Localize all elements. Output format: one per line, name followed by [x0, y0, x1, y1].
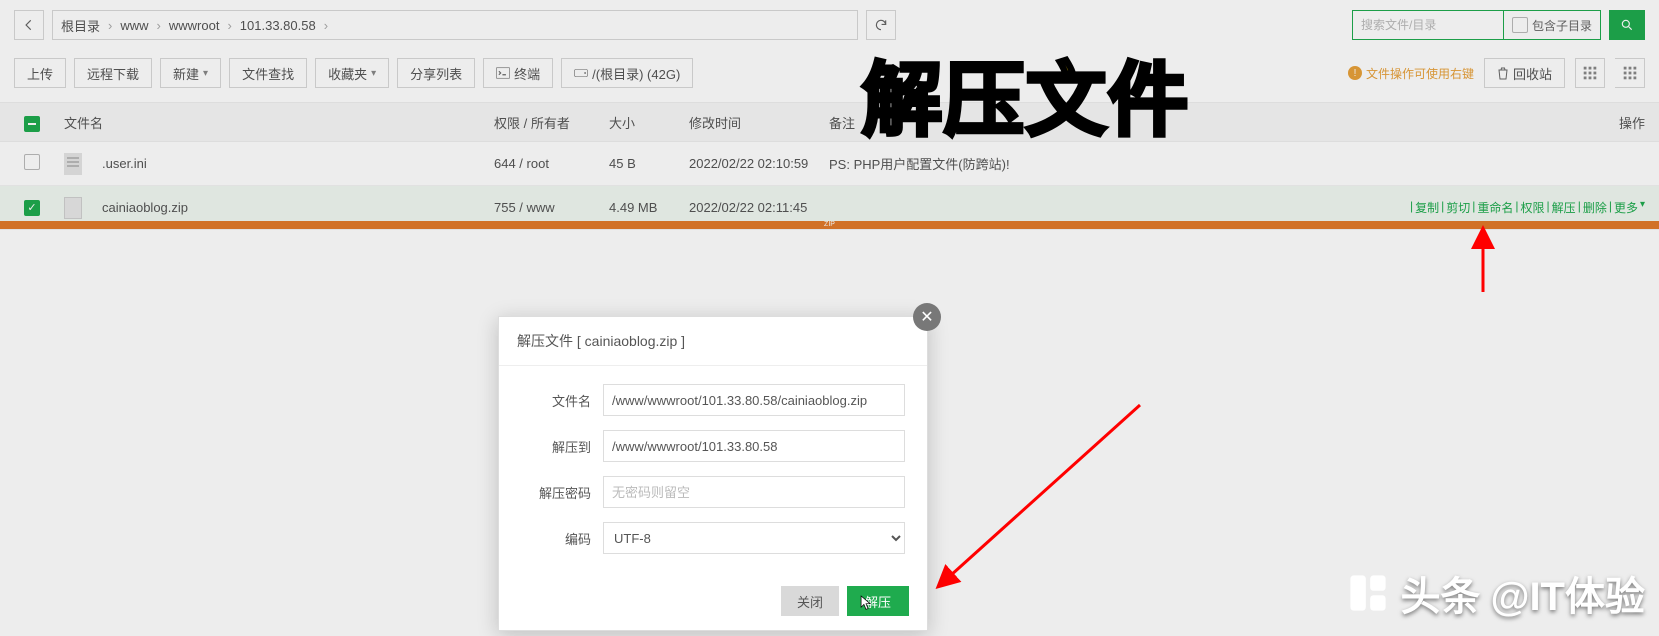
file-perm: 755 / www	[494, 200, 609, 215]
input-filename[interactable]	[603, 384, 905, 416]
action-unzip[interactable]: 解压	[1552, 199, 1576, 216]
extract-dialog: ✕ 解压文件 [ cainiaoblog.zip ] 文件名 解压到 解压密码 …	[498, 316, 928, 631]
select-encoding[interactable]: UTF-8	[603, 522, 905, 554]
file-name[interactable]: cainiaoblog.zip	[102, 200, 188, 215]
upload-button[interactable]: 上传	[14, 58, 66, 88]
col-mtime[interactable]: 修改时间	[689, 113, 829, 132]
search-box[interactable]: 包含子目录	[1352, 10, 1601, 40]
table-row[interactable]: .user.ini 644 / root 45 B 2022/02/22 02:…	[0, 142, 1659, 186]
file-size: 45 B	[609, 156, 689, 171]
row-checkbox[interactable]: ✓	[24, 200, 40, 216]
confirm-extract-button[interactable]: 解压	[847, 586, 909, 616]
terminal-button[interactable]: 终端	[483, 58, 553, 88]
crumb-ip[interactable]: 101.33.80.58	[240, 18, 316, 33]
action-cut[interactable]: 剪切	[1446, 199, 1470, 216]
watermark: 头条 @IT体验	[1346, 564, 1645, 622]
label-password: 解压密码	[521, 483, 591, 502]
table-row[interactable]: ✓ ZIP cainiaoblog.zip 755 / www 4.49 MB 2…	[0, 186, 1659, 230]
right-click-hint: !文件操作可使用右键	[1348, 65, 1474, 82]
breadcrumb[interactable]: 根目录› www› wwwroot› 101.33.80.58›	[52, 10, 858, 40]
root-disk-button[interactable]: /(根目录) (42G)	[561, 58, 693, 88]
remote-download-button[interactable]: 远程下载	[74, 58, 152, 88]
view-grid-button[interactable]	[1575, 58, 1605, 88]
crumb-wwwroot[interactable]: wwwroot	[169, 18, 220, 33]
watermark-logo-icon	[1346, 571, 1390, 615]
row-checkbox[interactable]	[24, 154, 40, 170]
recycle-bin-button[interactable]: 回收站	[1484, 58, 1565, 88]
zip-icon: ZIP	[64, 197, 82, 219]
col-permission[interactable]: 权限 / 所有者	[494, 113, 609, 132]
col-size[interactable]: 大小	[609, 113, 689, 132]
dialog-title: 解压文件 [ cainiaoblog.zip ]	[499, 317, 927, 366]
file-mtime: 2022/02/22 02:11:45	[689, 200, 829, 215]
new-button[interactable]: 新建▾	[160, 58, 221, 88]
table-header: 文件名 权限 / 所有者 大小 修改时间 备注 操作	[0, 102, 1659, 142]
row-actions: |复制 |剪切 |重命名 |权限 |解压 |删除 |更多▾	[1410, 199, 1645, 216]
close-icon[interactable]: ✕	[913, 303, 941, 331]
file-search-button[interactable]: 文件查找	[229, 58, 307, 88]
crumb-root[interactable]: 根目录	[61, 16, 100, 35]
crumb-www[interactable]: www	[120, 18, 148, 33]
action-delete[interactable]: 删除	[1583, 199, 1607, 216]
file-name[interactable]: .user.ini	[102, 156, 147, 171]
arrow-annotation	[930, 400, 1150, 603]
cursor-icon	[859, 594, 873, 612]
file-mtime: 2022/02/22 02:10:59	[689, 156, 829, 171]
label-encoding: 编码	[521, 529, 591, 548]
cancel-button[interactable]: 关闭	[781, 586, 839, 616]
select-all-checkbox[interactable]	[24, 116, 40, 132]
search-input[interactable]	[1353, 11, 1503, 39]
share-list-button[interactable]: 分享列表	[397, 58, 475, 88]
include-subdir-checkbox[interactable]: 包含子目录	[1503, 11, 1600, 39]
action-rename[interactable]: 重命名	[1477, 199, 1513, 216]
label-filename: 文件名	[521, 391, 591, 410]
action-perm[interactable]: 权限	[1521, 199, 1545, 216]
action-more[interactable]: 更多	[1614, 199, 1638, 216]
file-perm: 644 / root	[494, 156, 609, 171]
annotation-title: 解压文件	[862, 36, 1190, 152]
search-button[interactable]	[1609, 10, 1645, 40]
file-size: 4.49 MB	[609, 200, 689, 215]
file-note: PS: PHP用户配置文件(防跨站)!	[829, 154, 1645, 173]
arrow-annotation	[1468, 232, 1498, 305]
view-more-button[interactable]	[1615, 58, 1645, 88]
file-icon	[64, 153, 82, 175]
col-ops: 操作	[1605, 113, 1645, 132]
input-extract-to[interactable]	[603, 430, 905, 462]
col-filename[interactable]: 文件名	[64, 113, 494, 132]
label-extract-to: 解压到	[521, 437, 591, 456]
back-button[interactable]	[14, 10, 44, 40]
favorites-button[interactable]: 收藏夹▾	[315, 58, 389, 88]
action-copy[interactable]: 复制	[1415, 199, 1439, 216]
input-password[interactable]	[603, 476, 905, 508]
